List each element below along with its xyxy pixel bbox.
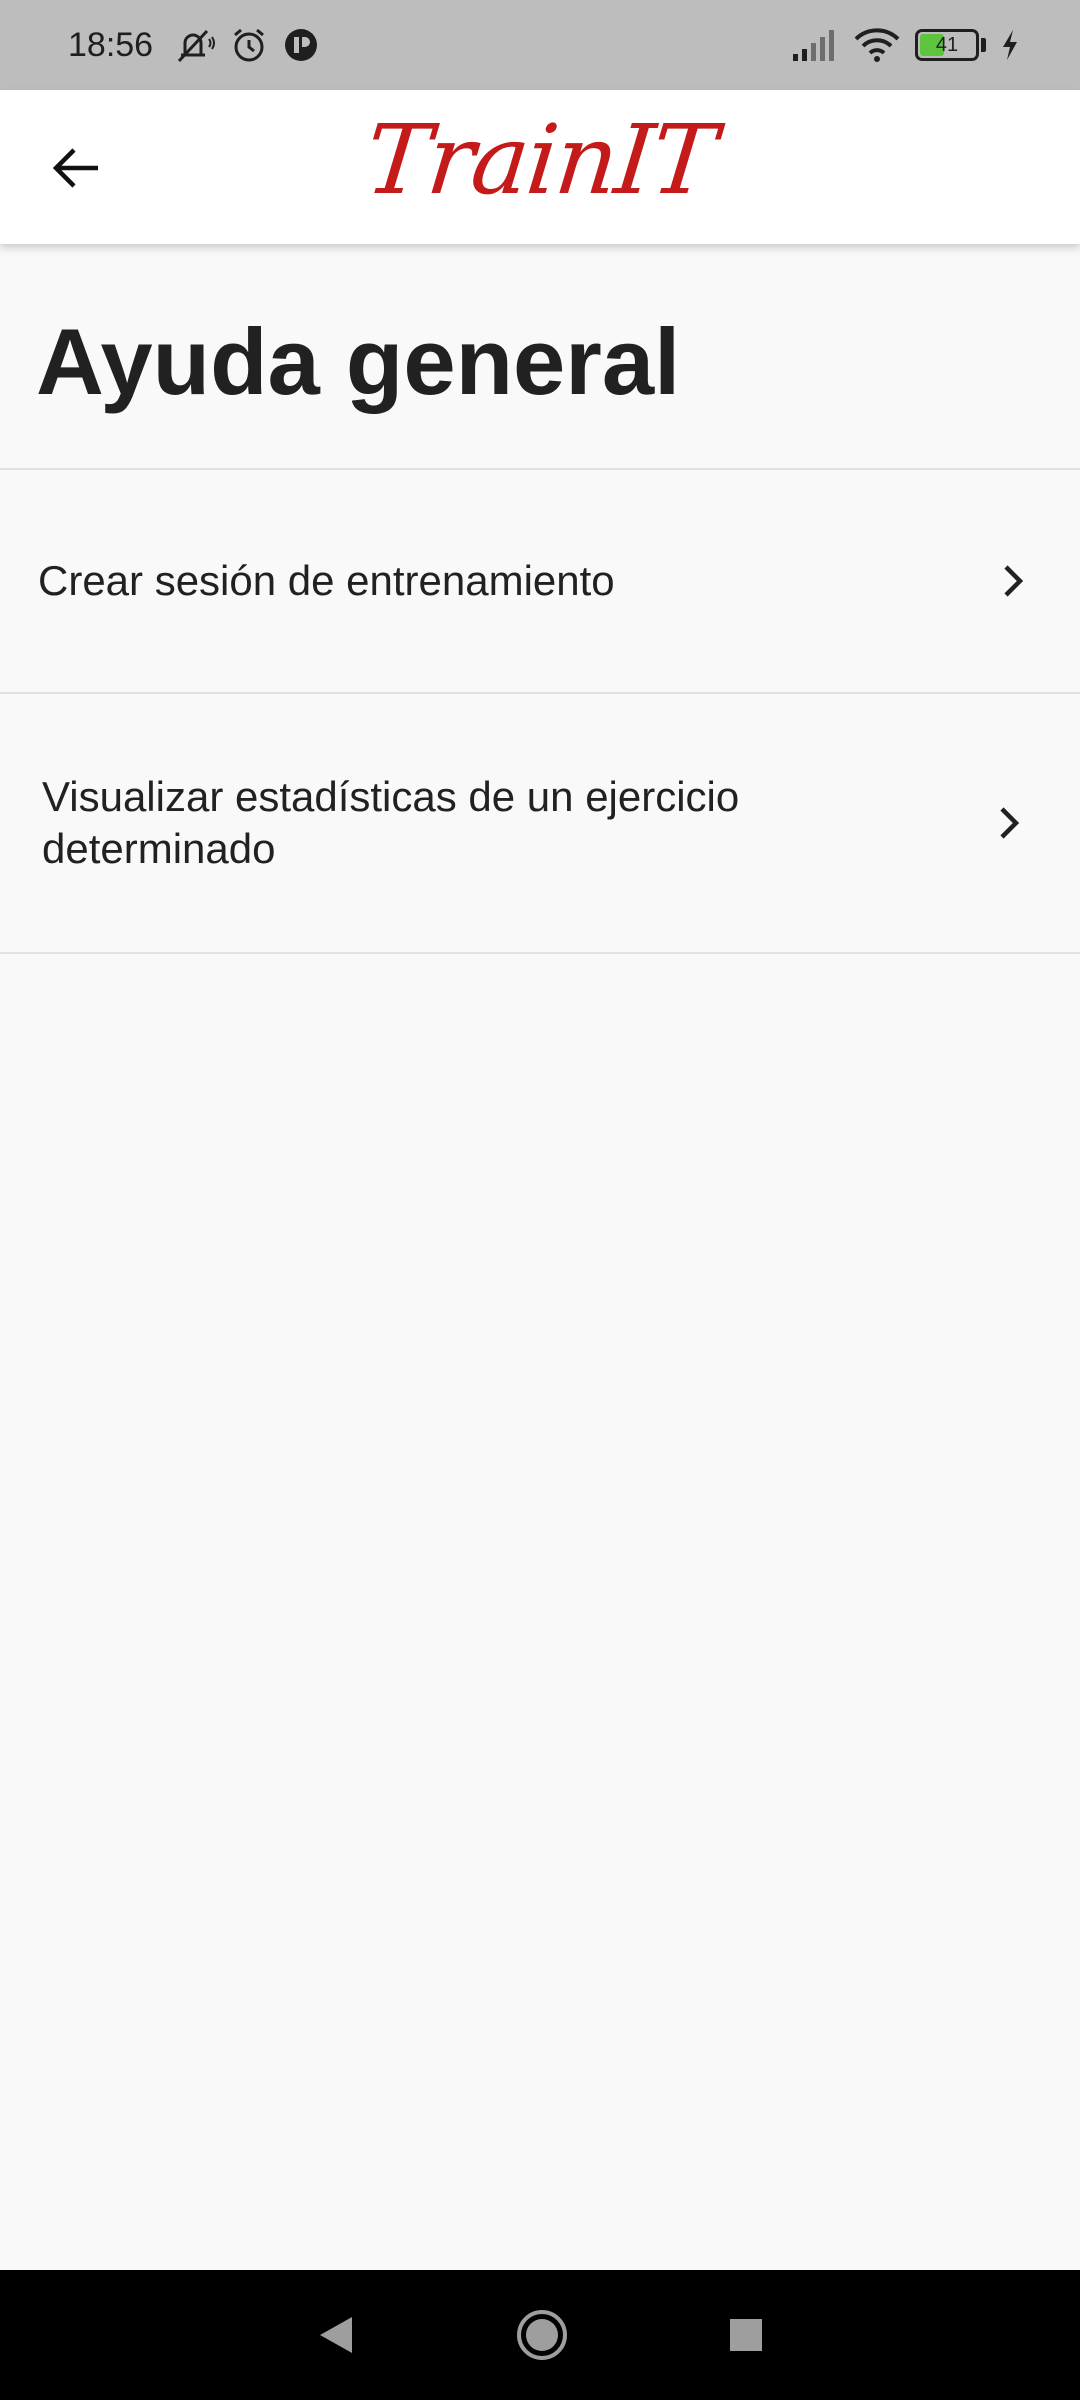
alarm-icon xyxy=(229,25,269,65)
help-item-visualizar-estadisticas[interactable]: Visualizar estadísticas de un ejercicio … xyxy=(0,694,1080,954)
battery-level: 41 xyxy=(935,33,959,56)
help-item-crear-sesion[interactable]: Crear sesión de entrenamiento xyxy=(0,470,1080,694)
charging-icon xyxy=(1000,29,1020,61)
status-bar: 18:56 41 xyxy=(0,0,1080,90)
app-notification-icon xyxy=(283,27,319,63)
status-right: 41 xyxy=(791,27,1020,63)
status-time: 18:56 xyxy=(68,25,154,64)
nav-recents-button[interactable] xyxy=(728,2317,764,2353)
nav-home-icon xyxy=(517,2310,567,2360)
main-content: Ayuda general Crear sesión de entrenamie… xyxy=(0,244,1080,954)
app-logo: TrainIT xyxy=(360,104,720,216)
chevron-right-icon xyxy=(994,803,1024,843)
nav-home-button[interactable] xyxy=(516,2309,568,2361)
system-nav-bar xyxy=(0,2270,1080,2400)
app-bar: TrainIT xyxy=(0,90,1080,244)
nav-back-icon xyxy=(320,2317,352,2353)
help-item-label: Crear sesión de entrenamiento xyxy=(38,557,615,604)
signal-icon xyxy=(791,28,839,62)
status-left: 18:56 xyxy=(68,25,319,65)
page-title: Ayuda general xyxy=(0,244,1080,470)
chevron-right-icon xyxy=(998,561,1028,601)
nav-recents-icon xyxy=(730,2319,762,2351)
mute-icon xyxy=(171,25,216,65)
nav-back-button[interactable] xyxy=(316,2313,356,2357)
battery-icon: 41 xyxy=(915,29,979,61)
battery-cap xyxy=(981,38,986,52)
wifi-icon xyxy=(853,27,901,63)
help-item-label: Visualizar estadísticas de un ejercicio … xyxy=(42,773,740,872)
